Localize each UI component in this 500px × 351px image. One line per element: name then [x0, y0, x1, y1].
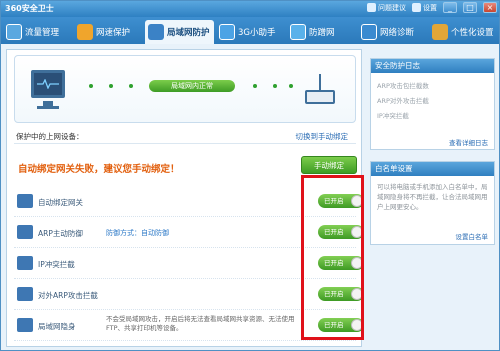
stealth-icon — [17, 318, 33, 332]
security-log-title: 安全防护日志 — [371, 59, 494, 73]
computer-base — [37, 106, 59, 109]
tab-traffic-management[interactable]: 流量管理 — [3, 20, 72, 44]
link-dot — [89, 84, 93, 88]
ip-conflict-icon — [17, 256, 33, 270]
app-window: 360安全卫士 问题建议 设置 _ □ × 流量管理 网速保护 局域网防护 3G… — [0, 0, 500, 351]
settings-link[interactable]: 设置 — [412, 3, 437, 13]
maximize-button[interactable]: □ — [463, 2, 477, 13]
feedback-link[interactable]: 问题建议 — [367, 3, 406, 13]
link-dot — [289, 84, 293, 88]
title-bar-actions: 问题建议 设置 _ □ × — [367, 2, 497, 13]
feature-name: 局域网隐身 — [38, 322, 76, 331]
link-dot — [109, 84, 113, 88]
log-line: ARP攻击包拦截数 — [377, 82, 429, 90]
feature-row-arp-defense: ARP主动防御 防御方式：自动防御 已开启 — [14, 217, 364, 248]
feature-name: 对外ARP攻击拦截 — [38, 291, 98, 300]
feature-row-outbound-arp: 对外ARP攻击拦截 已开启 — [14, 279, 364, 310]
view-log-link[interactable]: 查看详细日志 — [449, 137, 488, 147]
feedback-icon — [367, 3, 376, 12]
whitelist-title: 白名单设置 — [371, 162, 494, 176]
app-title: 360安全卫士 — [5, 4, 54, 13]
close-button[interactable]: × — [483, 2, 497, 13]
whitelist-description: 可以将电脑或手机添加入白名单中，局域网隐身将不再拦截，让合法局域网用户上网更安心… — [377, 183, 488, 211]
feature-row-lan-stealth: 局域网隐身 不会受局域网攻击，开启后将无法查看局域网共享资源、无法使用FTP、共… — [14, 310, 364, 341]
router-icon — [305, 90, 335, 104]
feature-toggle[interactable]: 已开启 — [318, 318, 364, 332]
toggle-knob — [351, 319, 363, 331]
router-antenna — [319, 74, 321, 90]
computer-icon — [31, 70, 65, 98]
link-dot — [253, 84, 257, 88]
security-log-panel: 安全防护日志 ARP攻击包拦截数 ARP对外攻击拦截 IP冲突拦截 查看详细日志 — [370, 58, 495, 150]
log-line: ARP对外攻击拦截 — [377, 97, 429, 105]
lan-protection-panel: 局域网内正常 保护中的上网设备： 切换到手动绑定 自动绑定网关失败，建议您手动绑… — [6, 49, 364, 347]
protected-devices-label: 保护中的上网设备： — [16, 132, 84, 141]
manual-bind-button[interactable]: 手动绑定 — [301, 156, 357, 174]
tab-label: 网速保护 — [96, 28, 131, 38]
tab-label: 网络诊断 — [380, 28, 415, 38]
pulse-icon — [37, 79, 59, 89]
tab-lan-protection[interactable]: 局域网防护 — [145, 20, 214, 44]
toggle-knob — [351, 288, 363, 300]
toggle-label: 已开启 — [324, 259, 344, 267]
link-dot — [129, 84, 133, 88]
tab-label: 3G小助手 — [238, 28, 276, 38]
feature-row-auto-bind-gateway: 自动绑定网关 已开启 — [14, 186, 364, 217]
feature-name: IP冲突拦截 — [38, 260, 75, 269]
lan-shield-icon — [148, 24, 164, 40]
network-diagram: 局域网内正常 — [14, 55, 356, 123]
arp-attack-icon — [17, 287, 33, 301]
settings-label: 设置 — [423, 3, 437, 12]
switch-manual-bind-link[interactable]: 切换到手动绑定 — [296, 131, 349, 142]
toggle-knob — [351, 195, 363, 207]
tab-3g-assistant[interactable]: 3G小助手 — [216, 20, 285, 44]
feature-toggle[interactable]: 已开启 — [318, 256, 364, 270]
feature-row-ip-conflict: IP冲突拦截 已开启 — [14, 248, 364, 279]
feedback-label: 问题建议 — [378, 3, 406, 12]
toggle-knob — [351, 257, 363, 269]
wifi-icon — [290, 24, 306, 40]
feature-description: 不会受局域网攻击，开启后将无法查看局域网共享资源、无法使用FTP、共享打印机等设… — [106, 315, 295, 332]
title-bar: 360安全卫士 问题建议 设置 _ □ × — [1, 1, 499, 17]
tab-label: 个性化设置 — [451, 28, 494, 38]
whitelist-panel: 白名单设置 可以将电脑或手机添加入白名单中，局域网隐身将不再拦截，让合法局域网用… — [370, 161, 495, 245]
bind-warning-text: 自动绑定网关失败，建议您手动绑定！ — [18, 164, 180, 175]
speed-icon — [77, 24, 93, 40]
3g-icon — [219, 24, 235, 40]
toggle-label: 已开启 — [324, 197, 344, 205]
toggle-label: 已开启 — [324, 321, 344, 329]
feature-toggle[interactable]: 已开启 — [318, 194, 364, 208]
tab-personalization[interactable]: 个性化设置 — [429, 20, 498, 44]
tab-label: 流量管理 — [25, 28, 60, 38]
feature-name: 自动绑定网关 — [38, 198, 83, 207]
tab-network-diagnosis[interactable]: 网络诊断 — [358, 20, 427, 44]
toggle-knob — [351, 226, 363, 238]
arp-shield-icon — [17, 225, 33, 239]
feature-toggle[interactable]: 已开启 — [318, 287, 364, 301]
diagnose-icon — [361, 24, 377, 40]
set-whitelist-link[interactable]: 设置白名单 — [456, 231, 489, 241]
gear-icon — [412, 3, 421, 12]
toggle-label: 已开启 — [324, 290, 344, 298]
toggle-label: 已开启 — [324, 228, 344, 236]
tab-label: 防蹭网 — [309, 28, 335, 38]
network-status-badge: 局域网内正常 — [149, 80, 235, 92]
feature-toggle[interactable]: 已开启 — [318, 225, 364, 239]
tab-label: 局域网防护 — [167, 28, 210, 38]
tab-bar: 流量管理 网速保护 局域网防护 3G小助手 防蹭网 网络诊断 个性化设置 — [1, 17, 499, 44]
tab-anti-leech[interactable]: 防蹭网 — [287, 20, 356, 44]
bar-chart-icon — [6, 24, 22, 40]
feature-name: ARP主动防御 — [38, 229, 83, 238]
link-dot — [273, 84, 277, 88]
minimize-button[interactable]: _ — [443, 2, 457, 13]
gateway-icon — [17, 194, 33, 208]
protected-devices-row: 保护中的上网设备： 切换到手动绑定 — [14, 128, 356, 144]
defense-mode-link[interactable]: 防御方式：自动防御 — [106, 228, 169, 238]
puzzle-icon — [432, 24, 448, 40]
log-line: IP冲突拦截 — [377, 112, 409, 120]
tab-speed-protection[interactable]: 网速保护 — [74, 20, 143, 44]
